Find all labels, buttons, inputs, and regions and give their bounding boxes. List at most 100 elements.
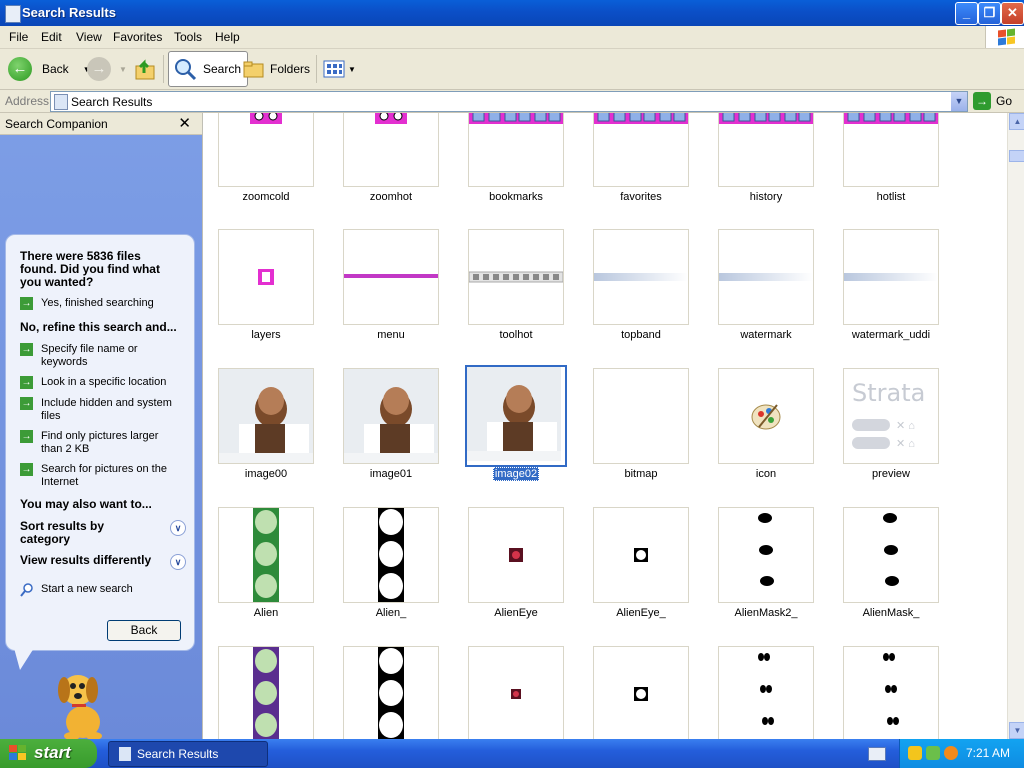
address-bar: Address Search Results ▼ → Go: [0, 90, 1024, 113]
result-filename[interactable]: preview: [823, 468, 959, 480]
result-filename[interactable]: favorites: [573, 191, 709, 203]
rover-dog-icon[interactable]: [48, 660, 118, 740]
security-shield-icon[interactable]: [908, 746, 922, 760]
minimize-button[interactable]: _: [955, 2, 978, 25]
result-thumbnail[interactable]: [593, 113, 689, 187]
network-icon[interactable]: [926, 746, 940, 760]
menu-edit[interactable]: Edit: [41, 30, 62, 44]
result-filename[interactable]: icon: [698, 468, 834, 480]
search-tray-icon[interactable]: [944, 746, 958, 760]
close-button[interactable]: ✕: [1001, 2, 1024, 25]
result-thumbnail[interactable]: [468, 507, 564, 603]
result-filename[interactable]: image02: [448, 467, 584, 481]
close-pane-icon[interactable]: ✕: [178, 114, 191, 132]
result-thumbnail[interactable]: Strata ✕ ⌂ ✕ ⌂: [843, 368, 939, 464]
result-thumbnail[interactable]: [843, 113, 939, 187]
result-thumbnail[interactable]: [218, 113, 314, 187]
chevron-down-icon[interactable]: ∨: [170, 554, 186, 570]
result-thumbnail[interactable]: [718, 507, 814, 603]
back-arrow-icon: ←: [8, 57, 32, 81]
sort-results-option[interactable]: Sort results by category ∨: [20, 520, 190, 546]
menu-view[interactable]: View: [76, 30, 102, 44]
result-filename[interactable]: AlienMask2_: [698, 607, 834, 619]
result-filename[interactable]: zoomhot: [323, 191, 459, 203]
forward-arrow-icon: →: [87, 57, 111, 81]
search-button[interactable]: Search: [168, 51, 249, 87]
menu-help[interactable]: Help: [215, 30, 240, 44]
result-filename[interactable]: image00: [203, 468, 334, 480]
taskbar-item-search-results[interactable]: Search Results: [108, 741, 268, 767]
menu-file[interactable]: File: [9, 30, 28, 44]
result-thumbnail[interactable]: [343, 368, 439, 464]
result-thumbnail[interactable]: [468, 113, 564, 187]
result-thumbnail[interactable]: [843, 646, 939, 739]
result-thumbnail[interactable]: [593, 646, 689, 739]
result-filename[interactable]: menu: [323, 329, 459, 341]
companion-back-button[interactable]: Back: [107, 620, 181, 641]
menu-favorites[interactable]: Favorites: [113, 30, 162, 44]
result-filename[interactable]: image01: [323, 468, 459, 480]
menu-tools[interactable]: Tools: [174, 30, 202, 44]
result-filename[interactable]: watermark: [698, 329, 834, 341]
result-thumbnail[interactable]: [468, 646, 564, 739]
start-button[interactable]: start: [0, 739, 97, 768]
go-button[interactable]: Go: [996, 94, 1012, 108]
back-button[interactable]: ← Back ▼: [8, 53, 91, 85]
result-thumbnail[interactable]: [343, 229, 439, 325]
result-thumbnail[interactable]: [843, 229, 939, 325]
result-filename[interactable]: toolhot: [448, 329, 584, 341]
result-thumbnail[interactable]: [593, 368, 689, 464]
result-filename[interactable]: topband: [573, 329, 709, 341]
result-thumbnail[interactable]: [593, 229, 689, 325]
result-thumbnail[interactable]: [718, 368, 814, 464]
result-thumbnail[interactable]: [465, 365, 567, 467]
result-thumbnail[interactable]: [218, 368, 314, 464]
go-arrow-icon[interactable]: →: [973, 92, 991, 110]
up-folder-button[interactable]: [134, 53, 158, 85]
scroll-down-icon[interactable]: ▼: [1009, 722, 1024, 739]
result-filename[interactable]: Alien: [203, 607, 334, 619]
result-filename[interactable]: zoomcold: [203, 191, 334, 203]
result-filename[interactable]: AlienEye: [448, 607, 584, 619]
result-thumbnail[interactable]: [718, 113, 814, 187]
views-button[interactable]: ▼: [323, 53, 356, 85]
forward-button[interactable]: → ▼: [87, 53, 127, 85]
address-dropdown-icon[interactable]: ▼: [951, 92, 967, 111]
result-thumbnail[interactable]: [468, 229, 564, 325]
result-thumbnail[interactable]: [718, 229, 814, 325]
folders-button[interactable]: Folders: [243, 53, 310, 85]
result-thumbnail[interactable]: [843, 507, 939, 603]
result-thumbnail[interactable]: [343, 113, 439, 187]
scroll-up-icon[interactable]: ▲: [1009, 113, 1024, 130]
result-filename[interactable]: bookmarks: [448, 191, 584, 203]
folders-icon: [243, 61, 264, 78]
result-thumbnail[interactable]: [343, 507, 439, 603]
result-thumbnail[interactable]: [718, 646, 814, 739]
result-filename[interactable]: AlienMask_: [823, 607, 959, 619]
also-heading: You may also want to...: [20, 497, 152, 511]
result-filename[interactable]: bitmap: [573, 468, 709, 480]
keyboard-icon[interactable]: [868, 747, 886, 761]
forward-dropdown-icon[interactable]: ▼: [119, 65, 127, 74]
result-thumbnail[interactable]: [218, 646, 314, 739]
view-results-option[interactable]: View results differently ∨: [20, 554, 190, 570]
result-filename[interactable]: hotlist: [823, 191, 959, 203]
chevron-down-icon[interactable]: ∨: [170, 520, 186, 536]
address-input[interactable]: Search Results ▼: [50, 91, 968, 112]
result-thumbnail[interactable]: [593, 507, 689, 603]
search-results-view: zoomcold zoomhot bookmarks favorites history…: [203, 113, 1007, 739]
green-arrow-icon: →: [20, 343, 33, 356]
back-label: Back: [42, 62, 69, 76]
result-filename[interactable]: history: [698, 191, 834, 203]
result-filename[interactable]: AlienEye_: [573, 607, 709, 619]
result-thumbnail[interactable]: [218, 507, 314, 603]
views-dropdown-icon[interactable]: ▼: [348, 65, 356, 74]
result-thumbnail[interactable]: [343, 646, 439, 739]
result-thumbnail[interactable]: [218, 229, 314, 325]
result-filename[interactable]: watermark_uddi: [823, 329, 959, 341]
vertical-scrollbar[interactable]: ▲ ▼: [1007, 113, 1024, 739]
scroll-thumb[interactable]: [1009, 150, 1024, 162]
result-filename[interactable]: layers: [203, 329, 334, 341]
result-filename[interactable]: Alien_: [323, 607, 459, 619]
restore-button[interactable]: ❐: [978, 2, 1001, 25]
